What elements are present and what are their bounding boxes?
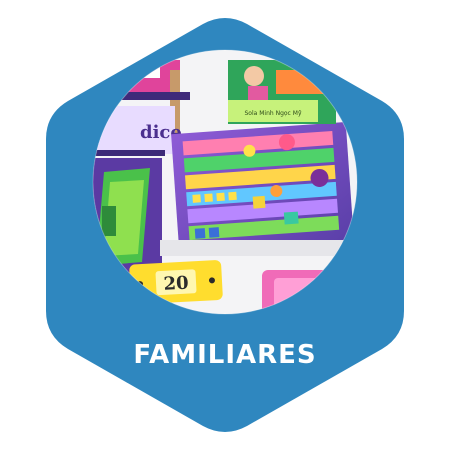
category-badge[interactable]: dice Sola Minh Ngọc Mỹ 20: [0, 0, 450, 450]
ticket-20-text: 20: [163, 273, 189, 295]
small-card-text: Sola Minh Ngọc Mỹ: [245, 110, 302, 117]
category-label-wrap: FAMILIARES: [0, 340, 450, 370]
category-label[interactable]: FAMILIARES: [133, 340, 316, 370]
